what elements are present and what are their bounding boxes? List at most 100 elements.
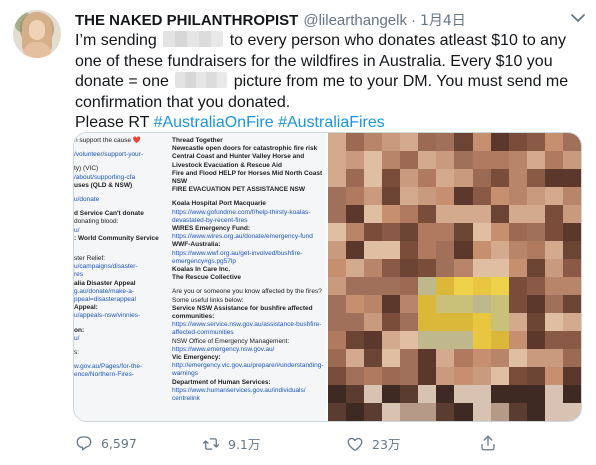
mosaic-tile	[508, 331, 527, 349]
mosaic-tile	[328, 151, 347, 169]
mosaic-tile	[382, 313, 401, 331]
display-name[interactable]: THE NAKED PHILANTHROPIST	[75, 12, 298, 29]
document-line: https://www.emergency.nsw.gov.au/	[172, 345, 275, 353]
mosaic-tile	[400, 295, 419, 313]
mosaic-tile	[400, 241, 419, 259]
mosaic-tile	[490, 187, 509, 205]
avatar[interactable]	[13, 10, 61, 58]
mosaic-tile	[490, 151, 509, 169]
chevron-down-icon[interactable]	[570, 12, 586, 24]
mosaic-tile	[436, 223, 455, 241]
mosaic-tile	[364, 259, 383, 277]
mosaic-tile	[346, 169, 365, 187]
separator-dot: ·	[410, 12, 416, 29]
mosaic-tile	[346, 241, 365, 259]
media-image-fundraiser-list[interactable]: n support the cause ❤️ /volunteer/support…	[74, 133, 328, 421]
retweet-icon	[202, 437, 220, 450]
mosaic-tile	[472, 367, 491, 385]
mosaic-tile	[508, 241, 527, 259]
document-line: https://www.gofundme.com/f/help-thirsty-…	[172, 208, 311, 216]
mosaic-tile	[454, 205, 473, 223]
mosaic-tile	[364, 403, 383, 421]
document-line: ence/Northern-Fires-	[74, 371, 134, 379]
mosaic-tile	[364, 349, 383, 367]
mosaic-tile	[454, 187, 473, 205]
mosaic-tile	[346, 187, 365, 205]
hashtag-link[interactable]: #AustraliaOnFire	[154, 114, 274, 131]
media-attachment[interactable]: n support the cause ❤️ /volunteer/support…	[73, 132, 582, 422]
reply-icon	[76, 436, 92, 451]
mosaic-tile	[526, 187, 545, 205]
mosaic-tile	[490, 277, 509, 295]
media-image-pixelated-photo[interactable]	[328, 133, 581, 421]
mosaic-tile	[436, 187, 455, 205]
document-line: d Service Can't donate	[74, 210, 144, 218]
mosaic-tile	[328, 313, 347, 331]
mosaic-tile	[544, 313, 563, 331]
document-line: Central Coast and Hunter Valley Horse an…	[172, 153, 305, 161]
mosaic-tile	[328, 385, 347, 403]
mosaic-tile	[382, 259, 401, 277]
document-line: /about/supporting-cfa	[74, 173, 136, 181]
mosaic-tile	[436, 205, 455, 223]
share-button[interactable]	[479, 434, 505, 452]
reply-count: 6,597	[101, 435, 137, 451]
retweet-count: 9.1万	[228, 437, 261, 452]
document-line: ppeal=disasterappeal	[74, 296, 136, 304]
user-handle[interactable]: @lilearthangelk	[303, 12, 407, 29]
document-line: Service NSW Assistance for bushfire affe…	[172, 304, 313, 312]
mosaic-tile	[454, 241, 473, 259]
mosaic-tile	[454, 349, 473, 367]
tweet-text-segment: donate = one	[75, 73, 169, 90]
mosaic-tile	[346, 367, 365, 385]
mosaic-tile	[472, 313, 491, 331]
reply-button[interactable]: 6,597	[75, 434, 137, 452]
mosaic-tile	[562, 133, 581, 151]
mosaic-tile	[400, 349, 419, 367]
document-line: FIRE EVACUATION PET ASSISTANCE NSW	[172, 186, 306, 194]
mosaic-tile	[346, 349, 365, 367]
mosaic-tile	[346, 151, 365, 169]
hashtag-link[interactable]: #AustraliaFires	[278, 114, 385, 131]
mosaic-tile	[328, 169, 347, 187]
mosaic-tile	[418, 313, 437, 331]
mosaic-tile	[436, 367, 455, 385]
document-line: w.gov.au/Pages/for-the-	[74, 363, 143, 371]
mosaic-tile	[418, 187, 437, 205]
mosaic-tile	[562, 169, 581, 187]
mosaic-tile	[562, 151, 581, 169]
document-line: warnings	[172, 370, 199, 378]
mosaic-tile	[418, 349, 437, 367]
document-line: https://www.service.nsw.gov.au/assistanc…	[172, 321, 322, 329]
mosaic-tile	[562, 187, 581, 205]
document-line: ty) (VIC)	[74, 165, 99, 173]
retweet-button[interactable]: 9.1万	[202, 434, 260, 453]
tweet-date[interactable]: 1月4日	[420, 10, 466, 30]
mosaic-tile	[544, 403, 563, 421]
mosaic-tile	[346, 385, 365, 403]
mosaic-tile	[562, 205, 581, 223]
document-line: u/	[74, 334, 80, 342]
document-line: res	[74, 271, 84, 279]
censored-text	[163, 31, 224, 47]
mosaic-tile	[562, 241, 581, 259]
mosaic-tile	[526, 151, 545, 169]
mosaic-tile	[364, 187, 383, 205]
mosaic-tile	[490, 385, 509, 403]
mosaic-tile	[544, 205, 563, 223]
mosaic-tile	[472, 241, 491, 259]
document-line: uses (QLD & NSW)	[74, 181, 133, 189]
document-line: https://www.wires.org.au/donate/emergenc…	[172, 233, 313, 241]
mosaic-tile	[418, 259, 437, 277]
mosaic-tile	[382, 133, 401, 151]
document-line: WIRES Emergency Fund:	[172, 225, 251, 233]
mosaic-tile	[364, 205, 383, 223]
mosaic-tile	[544, 295, 563, 313]
mosaic-tile	[418, 277, 437, 295]
mosaic-tile	[454, 385, 473, 403]
mosaic-tile	[472, 403, 491, 421]
mosaic-tile	[400, 133, 419, 151]
heart-icon	[347, 437, 363, 451]
mosaic-tile	[454, 151, 473, 169]
like-button[interactable]: 23万	[346, 434, 400, 453]
